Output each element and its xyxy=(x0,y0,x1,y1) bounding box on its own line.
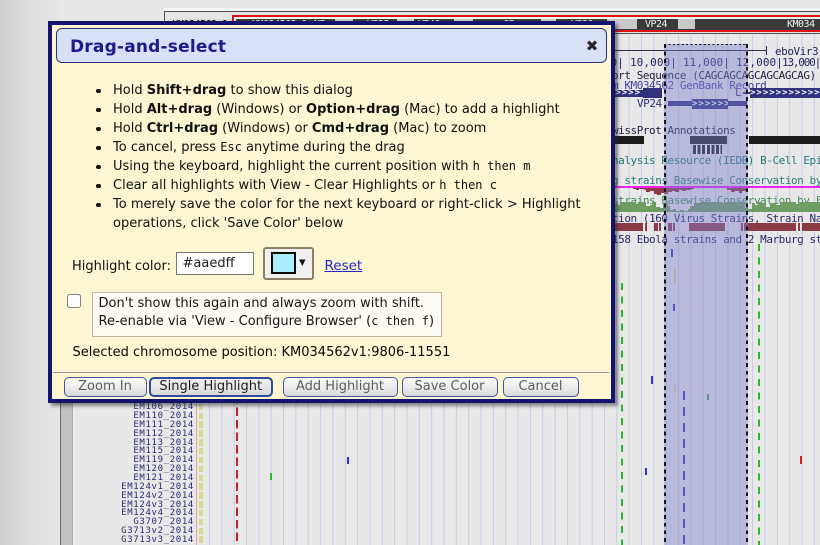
highlight-color-input[interactable] xyxy=(176,252,254,275)
strain-khaki-cell xyxy=(199,475,203,482)
strains-bar xyxy=(645,223,647,231)
strain-khaki-cell xyxy=(199,510,203,517)
instructions-list: Hold Shift+drag to show this dialogHold … xyxy=(96,81,596,233)
strains-bar xyxy=(659,223,661,231)
strains-block-solid-1 xyxy=(614,223,643,231)
variant-tick xyxy=(645,468,647,475)
strain-khaki-cell xyxy=(199,528,203,535)
color-swatch xyxy=(271,252,296,274)
variant-tick xyxy=(347,457,349,464)
dialog-titlebar[interactable]: Drag-and-select ✖ xyxy=(56,28,607,63)
reset-link[interactable]: Reset xyxy=(325,258,363,274)
strain-khaki-cell xyxy=(199,404,203,411)
strains-bar xyxy=(798,223,800,231)
strain-khaki-cell xyxy=(199,421,203,428)
highlight-color-row: Highlight color: ▼ Reset xyxy=(72,251,602,285)
green-dashed-line-1 xyxy=(621,283,623,545)
cancel-button[interactable]: Cancel xyxy=(503,377,579,397)
instruction-item-1: Hold Shift+drag to show this dialog xyxy=(96,81,596,100)
strain-khaki-cell xyxy=(199,519,203,526)
variant-tick xyxy=(651,376,653,384)
strain-khaki-cell xyxy=(199,413,203,420)
dontshow-line1: Don't show this again and always zoom wi… xyxy=(99,296,425,311)
ruler-label: 13,000| xyxy=(768,56,820,69)
single-highlight-button[interactable]: Single Highlight xyxy=(149,377,273,397)
strain-khaki-cell xyxy=(199,501,203,508)
alignment-pink-line xyxy=(196,380,197,545)
strain-khaki-cell xyxy=(199,536,203,543)
overview-gene-km034: KM034 xyxy=(787,19,820,30)
overview-gap-segment xyxy=(678,19,695,29)
strain-khaki-cell xyxy=(199,439,203,446)
selection-top-border xyxy=(664,44,748,46)
save-color-button[interactable]: Save Color xyxy=(402,377,498,397)
instruction-item-6: Clear all highlights with View - Clear H… xyxy=(96,176,596,195)
instruction-item-4: To cancel, press Esc anytime during the … xyxy=(96,138,596,157)
buttonpane-divider xyxy=(53,372,609,373)
strain-khaki-cell xyxy=(199,492,203,499)
drag-and-select-dialog: Drag-and-select ✖ Hold Shift+drag to sho… xyxy=(48,21,615,403)
gene-vp24-label: VP24 xyxy=(637,99,662,109)
strains-bar xyxy=(656,223,658,231)
zoom-in-button[interactable]: Zoom In xyxy=(64,377,147,397)
dontshow-checkbox[interactable] xyxy=(67,294,81,308)
instruction-item-7: To merely save the color for the next ke… xyxy=(96,195,596,233)
drag-selection-overlay[interactable] xyxy=(664,44,748,545)
instruction-item-5: Using the keyboard, highlight the curren… xyxy=(96,157,596,176)
dontshow-line2: Re-enable via 'View - Configure Browser'… xyxy=(99,314,435,329)
selected-position-text: Selected chromosome position: KM034562v1… xyxy=(73,345,451,360)
strain-khaki-cell xyxy=(199,448,203,455)
close-icon[interactable]: ✖ xyxy=(583,37,601,55)
strain-khaki-cell xyxy=(199,430,203,437)
color-picker-button[interactable]: ▼ xyxy=(263,247,314,280)
highlight-color-label: Highlight color: xyxy=(72,259,171,274)
strain-label[interactable]: G3713v3_2014 xyxy=(118,536,194,545)
gene-l-bar[interactable]: >>>>>>>>>>>> xyxy=(750,88,820,98)
dontshow-box: Don't show this again and always zoom wi… xyxy=(92,292,442,337)
ruler-end-tick xyxy=(766,46,767,55)
picker-dropdown-icon: ▼ xyxy=(299,258,306,268)
overview-gene-vp24: VP24 xyxy=(645,19,672,30)
dialog-title: Drag-and-select xyxy=(70,37,226,57)
variant-tick xyxy=(800,456,802,464)
instruction-item-3: Hold Ctrl+drag (Windows) or Cmd+drag (Ma… xyxy=(96,119,596,138)
strains-block-solid-3 xyxy=(744,223,796,231)
strain-khaki-cell xyxy=(199,457,203,464)
variant-tick xyxy=(270,473,272,480)
swissprot-block-3[interactable] xyxy=(749,136,820,144)
add-highlight-button[interactable]: Add Highlight xyxy=(283,377,398,397)
strains-block-solid-4 xyxy=(802,223,820,231)
ucsc-genome-browser-screen: KM034562v1 KM034562v1NPVP35VP40GPVP30VP2… xyxy=(0,0,820,545)
gene-strand-arrows: >>>>>>>>>>>> xyxy=(750,88,820,98)
strain-khaki-cell xyxy=(199,483,203,490)
green-dashed-line-2 xyxy=(758,244,760,545)
instruction-item-2: Hold Alt+drag (Windows) or Option+drag (… xyxy=(96,100,596,119)
strain-khaki-cell xyxy=(199,466,203,473)
